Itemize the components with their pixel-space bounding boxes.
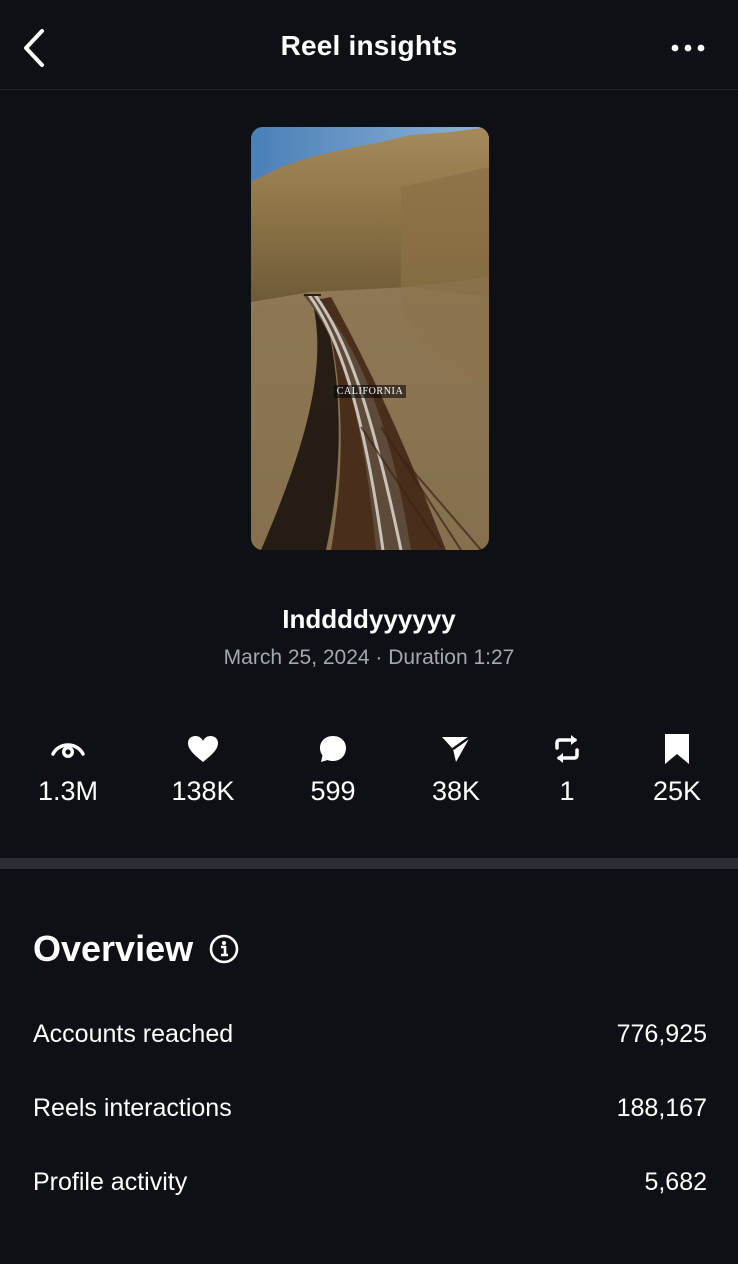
stat-value: 1.3M [37, 776, 99, 806]
reel-insights-screen: Reel insights CALIFORNIA Inddddyyyyyy Ma… [0, 0, 738, 1264]
reel-thumbnail[interactable]: CALIFORNIA [251, 127, 489, 550]
metric-label: Reels interactions [33, 1093, 232, 1122]
metric-label: Profile activity [33, 1167, 188, 1196]
stat-value: 25K [652, 776, 702, 806]
info-icon[interactable] [209, 934, 239, 964]
section-divider [0, 858, 738, 869]
heart-icon [188, 736, 218, 762]
metric-value: 5,682 [644, 1167, 707, 1196]
metric-row-reels-interactions[interactable]: Reels interactions 188,167 [33, 1091, 707, 1125]
stat-shares: 38K [401, 732, 511, 807]
stat-value: 38K [431, 776, 481, 806]
metric-label: Accounts reached [33, 1019, 234, 1048]
eye-icon [51, 743, 85, 758]
more-options-button[interactable] [662, 28, 714, 68]
header: Reel insights [0, 0, 738, 90]
metric-row-accounts-reached[interactable]: Accounts reached 776,925 [33, 1017, 707, 1051]
stat-value: 138K [171, 776, 235, 806]
bookmark-icon [665, 734, 689, 764]
overview-title: Overview [33, 928, 194, 969]
metric-row-profile-activity[interactable]: Profile activity 5,682 [33, 1165, 707, 1199]
stat-views: 1.3M [13, 732, 123, 807]
repost-icon [555, 735, 579, 763]
metric-value: 188,167 [616, 1093, 707, 1122]
stat-likes: 138K [148, 732, 258, 807]
more-horizontal-icon [671, 44, 705, 52]
stat-saves: 25K [622, 732, 732, 807]
metric-value: 776,925 [616, 1019, 707, 1048]
page-title: Reel insights [280, 30, 458, 61]
overview-heading: Overview [33, 928, 239, 970]
stat-reposts: 1 [512, 732, 622, 807]
reel-date-duration: March 25, 2024 · Duration 1:27 [223, 646, 515, 669]
share-icon [442, 735, 471, 762]
comment-icon [320, 736, 346, 762]
stat-comments: 599 [278, 732, 388, 807]
stat-value: 599 [310, 776, 356, 806]
stat-value: 1 [559, 776, 575, 806]
reel-thumbnail-image [251, 127, 489, 550]
reel-title: Inddddyyyyyy [282, 604, 456, 634]
thumbnail-caption: CALIFORNIA [333, 385, 407, 398]
